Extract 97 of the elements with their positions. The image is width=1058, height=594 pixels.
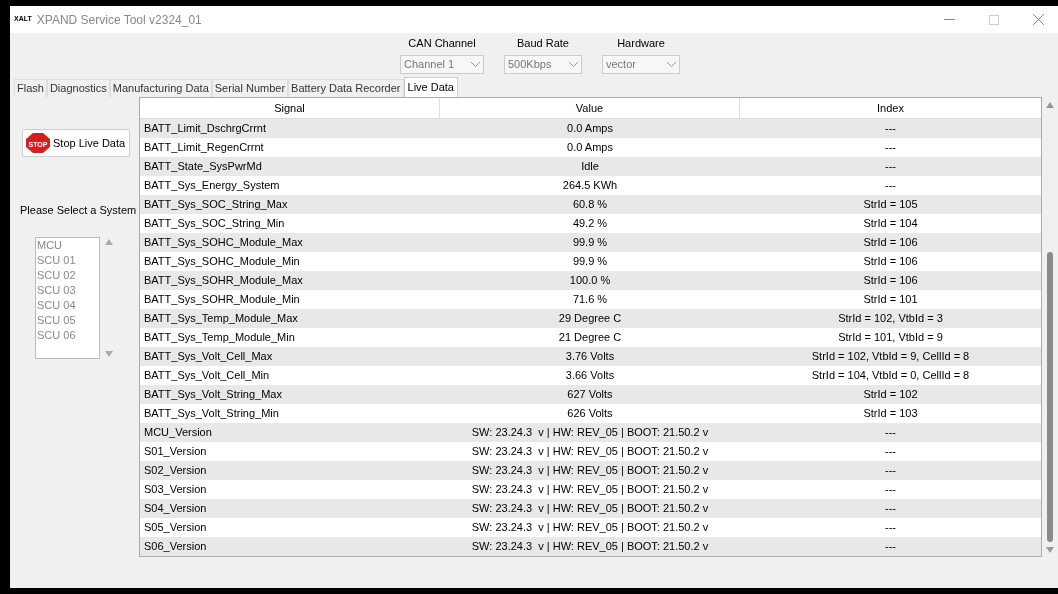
table-cell-text: BATT_Sys_Volt_String_Min	[143, 406, 279, 422]
tab[interactable]: Manufacturing Data	[109, 79, 212, 97]
dropdown[interactable]: vector	[602, 54, 680, 74]
table-cell-text: StrId = 106	[863, 254, 918, 270]
table-cell-text: BATT_Sys_SOHR_Module_Min	[143, 292, 300, 308]
table-cell-text: 0.0 Amps	[567, 121, 613, 137]
table-cell-text: S04_Version	[143, 501, 207, 517]
table-cell-text: S02_Version	[143, 463, 207, 479]
table-cell-text: S05_Version	[143, 520, 207, 536]
table-cell-text: ---	[885, 121, 896, 137]
table-cell-text: SW: 23.24.3 v | HW: REV_05 | BOOT: 21.50.2 v	[471, 444, 709, 460]
table-cell-text: BATT_Sys_Temp_Module_Min	[143, 330, 295, 346]
dropdown[interactable]: Channel 1	[400, 54, 484, 74]
chevron-down-icon	[569, 61, 578, 67]
column-header[interactable]: Signal	[140, 98, 440, 118]
table-cell-text: ---	[885, 178, 896, 194]
table-cell-text: SW: 23.24.3 v | HW: REV_05 | BOOT: 21.50.2 v	[471, 463, 709, 479]
table-cell-text: SW: 23.24.3 v | HW: REV_05 | BOOT: 21.50.2 v	[471, 501, 709, 517]
tab[interactable]: Battery Data Recorder	[288, 79, 404, 97]
table-cell-text: BATT_Sys_SOC_String_Max	[143, 197, 288, 213]
table-cell-text: ---	[885, 140, 896, 156]
table-cell-text: 49.2 %	[572, 216, 608, 232]
chevron-down-icon	[667, 61, 676, 67]
table-cell-text: BATT_Limit_RegenCrrnt	[143, 140, 264, 156]
field-label: Baud Rate	[517, 36, 569, 51]
table-cell-text: StrId = 102, VtbId = 9, CellId = 8	[811, 349, 970, 365]
table-cell-text: StrId = 105	[863, 197, 918, 213]
table-cell-text: 3.76 Volts	[565, 349, 615, 365]
table-cell-text: 3.66 Volts	[565, 368, 615, 384]
scroll-up-icon[interactable]	[1046, 102, 1054, 108]
table-cell-text: 264.5 KWh	[562, 178, 618, 194]
table-cell-text: BATT_Sys_Volt_String_Max	[143, 387, 282, 403]
table-cell-text: MCU_Version	[143, 425, 212, 441]
table-cell-text: S03_Version	[143, 482, 207, 498]
chevron-down-icon	[471, 61, 480, 67]
table-cell-text: ---	[885, 444, 896, 460]
table-cell-text: ---	[885, 482, 896, 498]
table-cell-text: StrId = 102, VtbId = 3	[838, 311, 943, 327]
system-select-label: Please Select a System	[20, 203, 138, 218]
table-cell-text: StrId = 106	[863, 273, 918, 289]
tab[interactable]: Diagnostics	[46, 79, 110, 97]
table-cell-text: SW: 23.24.3 v | HW: REV_05 | BOOT: 21.50.2 v	[471, 539, 709, 555]
column-header[interactable]: Value	[440, 98, 740, 118]
tab[interactable]: Live Data	[403, 77, 458, 97]
window-title: XPAND Service Tool v2324_01	[36, 11, 202, 29]
table-cell-text: StrId = 104	[863, 216, 918, 232]
table-cell-text: BATT_Sys_Energy_System	[143, 178, 280, 194]
table-cell-text: Idle	[581, 159, 599, 175]
table-cell-text: BATT_Sys_SOHC_Module_Max	[143, 235, 303, 251]
table-cell-text: ---	[885, 463, 896, 479]
dropdown[interactable]: 500Kbps	[504, 54, 582, 74]
table-cell-text: BATT_Sys_SOHR_Module_Max	[143, 273, 303, 289]
tab[interactable]: Flash	[14, 79, 47, 97]
table-cell-text: BATT_Sys_Volt_Cell_Max	[143, 349, 273, 365]
table-cell-text: SW: 23.24.3 v | HW: REV_05 | BOOT: 21.50.2 v	[471, 425, 709, 441]
table-cell-text: BATT_Sys_SOC_String_Min	[143, 216, 285, 232]
minimize-icon[interactable]	[944, 18, 955, 21]
table-cell-text: 60.8 %	[572, 197, 608, 213]
scroll-down-icon[interactable]	[105, 350, 113, 357]
table-cell-text: ---	[885, 501, 896, 517]
table-cell-text: ---	[885, 159, 896, 175]
table-cell-text: 627 Volts	[567, 387, 613, 403]
table-cell-text: ---	[885, 539, 896, 555]
table-cell-text: 71.6 %	[572, 292, 608, 308]
table-cell-text: BATT_Sys_SOHC_Module_Min	[143, 254, 300, 270]
field-label: CAN Channel	[408, 36, 476, 51]
table-cell-text: StrId = 102	[863, 387, 918, 403]
table-cell-text: 100.0 %	[569, 273, 611, 289]
table-cell-text: 21 Degree C	[558, 330, 622, 346]
table-cell-text: StrId = 104, VtbId = 0, CellId = 8	[811, 368, 970, 384]
table-cell-text: ---	[885, 520, 896, 536]
tab[interactable]: Serial Number	[211, 79, 289, 97]
table-cell-text: SW: 23.24.3 v | HW: REV_05 | BOOT: 21.50.2 v	[471, 482, 709, 498]
table-cell-text: 99.9 %	[572, 235, 608, 251]
table-cell-text: BATT_Limit_DschrgCrrnt	[143, 121, 267, 137]
field-label: Hardware	[617, 36, 665, 51]
scroll-up-icon[interactable]	[105, 238, 113, 245]
scroll-thumb[interactable]	[1047, 252, 1053, 542]
table-cell-text: StrId = 103	[863, 406, 918, 422]
table-cell-text: 626 Volts	[567, 406, 613, 422]
table-cell-text: 29 Degree C	[558, 311, 622, 327]
table-cell-text: StrId = 106	[863, 235, 918, 251]
table-cell-text: S01_Version	[143, 444, 207, 460]
table-cell-text: BATT_Sys_Volt_Cell_Min	[143, 368, 270, 384]
table-cell-text: BATT_Sys_Temp_Module_Max	[143, 311, 298, 327]
table-cell-text: 0.0 Amps	[567, 140, 613, 156]
table-cell-text: S06_Version	[143, 539, 207, 555]
table-cell-text: StrId = 101	[863, 292, 918, 308]
column-header[interactable]: Index	[740, 98, 1041, 118]
table-cell-text: BATT_State_SysPwrMd	[143, 159, 262, 175]
table-cell-text: 99.9 %	[572, 254, 608, 270]
table-cell-text: StrId = 101, VtbId = 9	[838, 330, 943, 346]
table-cell-text: ---	[885, 425, 896, 441]
close-icon[interactable]	[1033, 14, 1044, 25]
scroll-down-icon[interactable]	[1046, 547, 1054, 553]
table-cell-text: SW: 23.24.3 v | HW: REV_05 | BOOT: 21.50.2 v	[471, 520, 709, 536]
maximize-icon[interactable]	[989, 14, 999, 25]
